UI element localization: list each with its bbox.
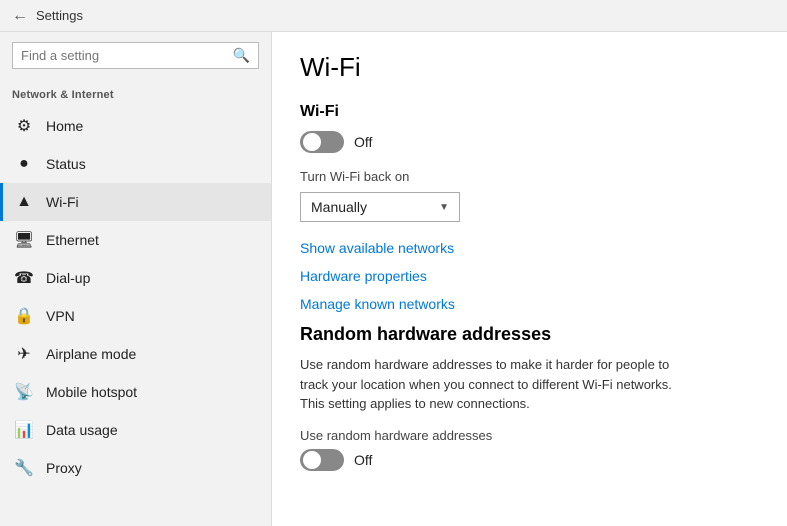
sidebar-item-vpn[interactable]: 🔒 VPN (0, 297, 271, 335)
dialup-icon: ☎ (14, 268, 34, 288)
sidebar-item-label-dialup: Dial-up (46, 270, 90, 286)
turn-wifi-dropdown-wrapper: Manually ▼ (300, 192, 759, 222)
wifi-toggle-label: Off (354, 134, 372, 150)
nav-list: ⚙ Home ● Status ▲ Wi-Fi 🖥 Ethernet ☎ Dial-up 🔒 VPN ✈… (0, 107, 271, 487)
ethernet-icon: 🖥 (14, 230, 34, 250)
sidebar-item-ethernet[interactable]: 🖥 Ethernet (0, 221, 271, 259)
sidebar-item-label-home: Home (46, 118, 83, 134)
search-input[interactable] (21, 48, 233, 63)
vpn-icon: 🔒 (14, 306, 34, 326)
window-title: Settings (36, 8, 83, 23)
wifi-toggle-knob (303, 133, 321, 151)
airplane-icon: ✈ (14, 344, 34, 364)
sidebar-item-dialup[interactable]: ☎ Dial-up (0, 259, 271, 297)
wifi-toggle[interactable] (300, 131, 344, 153)
link-hw-properties[interactable]: Hardware properties (300, 268, 759, 284)
search-icon: 🔍 (233, 47, 250, 64)
sidebar-item-label-airplane: Airplane mode (46, 346, 136, 362)
random-hw-toggle-row: Off (300, 449, 759, 471)
links-list: Show available networks Hardware properti… (300, 240, 759, 312)
random-hw-toggle-state-label: Off (354, 452, 372, 468)
link-known-networks[interactable]: Manage known networks (300, 296, 759, 312)
hotspot-icon: 📡 (14, 382, 34, 402)
sidebar-item-hotspot[interactable]: 📡 Mobile hotspot (0, 373, 271, 411)
proxy-icon: 🔧 (14, 458, 34, 478)
dropdown-value: Manually (311, 199, 367, 215)
sidebar-item-datausage[interactable]: 📊 Data usage (0, 411, 271, 449)
sidebar-item-label-ethernet: Ethernet (46, 232, 99, 248)
random-hw-description: Use random hardware addresses to make it… (300, 355, 680, 414)
sidebar-item-status[interactable]: ● Status (0, 145, 271, 183)
sidebar-item-label-wifi: Wi-Fi (46, 194, 79, 210)
datausage-icon: 📊 (14, 420, 34, 440)
random-hw-toggle-knob (303, 451, 321, 469)
page-title: Wi-Fi (300, 52, 759, 83)
main-layout: 🔍 Network & Internet ⚙ Home ● Status ▲ Wi-Fi 🖥… (0, 32, 787, 526)
sidebar-item-home[interactable]: ⚙ Home (0, 107, 271, 145)
random-hw-toggle-label-text: Use random hardware addresses (300, 428, 759, 443)
sidebar-item-label-hotspot: Mobile hotspot (46, 384, 137, 400)
wifi-section-title: Wi-Fi (300, 103, 759, 121)
sidebar-item-label-proxy: Proxy (46, 460, 82, 476)
sidebar: 🔍 Network & Internet ⚙ Home ● Status ▲ Wi-Fi 🖥… (0, 32, 272, 526)
sidebar-item-label-datausage: Data usage (46, 422, 118, 438)
sidebar-item-label-status: Status (46, 156, 86, 172)
random-hw-toggle[interactable] (300, 449, 344, 471)
title-bar: ← Settings (0, 0, 787, 32)
wifi-icon: ▲ (14, 192, 34, 212)
turn-wifi-label: Turn Wi-Fi back on (300, 169, 759, 184)
back-button[interactable]: ← (12, 7, 28, 25)
home-icon: ⚙ (14, 116, 34, 136)
sidebar-section-label: Network & Internet (0, 79, 271, 107)
turn-wifi-dropdown[interactable]: Manually ▼ (300, 192, 460, 222)
link-show-networks[interactable]: Show available networks (300, 240, 759, 256)
chevron-down-icon: ▼ (439, 202, 449, 213)
sidebar-item-label-vpn: VPN (46, 308, 75, 324)
search-box[interactable]: 🔍 (12, 42, 259, 69)
wifi-toggle-row: Off (300, 131, 759, 153)
content-area: Wi-Fi Wi-Fi Off Turn Wi-Fi back on Manua… (272, 32, 787, 526)
status-icon: ● (14, 154, 34, 174)
sidebar-item-proxy[interactable]: 🔧 Proxy (0, 449, 271, 487)
sidebar-item-airplane[interactable]: ✈ Airplane mode (0, 335, 271, 373)
random-hw-title: Random hardware addresses (300, 324, 759, 345)
sidebar-item-wifi[interactable]: ▲ Wi-Fi (0, 183, 271, 221)
